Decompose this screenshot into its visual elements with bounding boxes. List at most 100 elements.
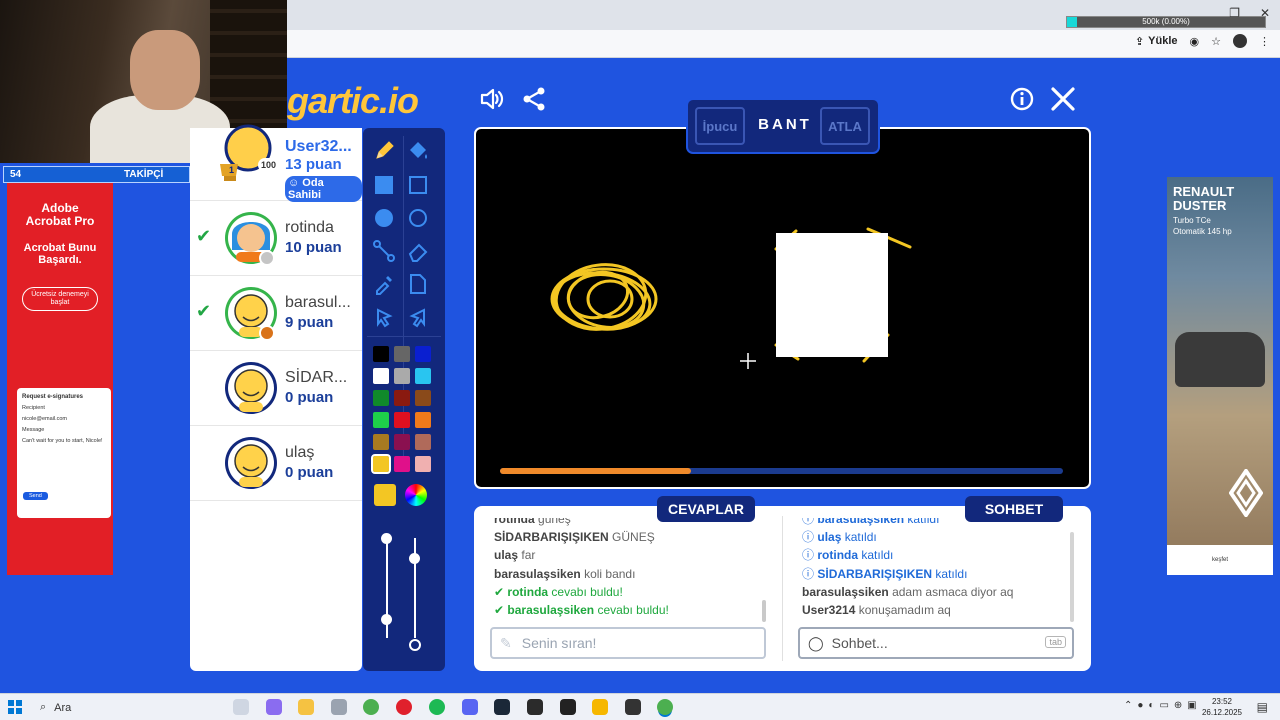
eraser-icon[interactable] <box>403 236 433 266</box>
system-tray-icons[interactable]: ⌃●◐▭⊕▣ <box>1124 700 1202 711</box>
answers-list: rotinda güneş SİDARBARIŞIŞIKEN GÜNEŞ ula… <box>494 518 764 622</box>
spotify-icon[interactable] <box>429 699 445 715</box>
profile-avatar[interactable] <box>1233 34 1247 48</box>
player-row[interactable]: ✔ barasul... 9 puan <box>190 276 362 351</box>
rockstar-icon[interactable] <box>592 699 608 715</box>
capcut-icon[interactable] <box>625 699 641 715</box>
upload-button[interactable]: ⇪ Yükle <box>1135 35 1178 48</box>
color-swatch[interactable] <box>415 456 431 472</box>
steam-icon[interactable] <box>494 699 510 715</box>
gartic-logo[interactable]: gartic.io <box>287 80 419 122</box>
tab-answers[interactable]: CEVAPLAR <box>657 496 755 522</box>
pencil-icon[interactable] <box>369 136 399 166</box>
chat-scrollbar[interactable] <box>1070 532 1074 622</box>
address-bar[interactable]: ⇪ Yükle ◉ ☆ ⋮ <box>287 30 1280 58</box>
filled-circle-icon[interactable] <box>369 203 399 233</box>
color-swatch[interactable] <box>394 434 410 450</box>
restore-icon[interactable]: ❐ <box>1229 6 1240 20</box>
share-icon[interactable] <box>521 86 547 112</box>
color-swatch[interactable] <box>373 390 389 406</box>
ad-right-subtitle: Turbo TCe Otomatik 145 hp <box>1173 215 1232 237</box>
guessed-check-icon: ✔ <box>196 301 212 321</box>
ad-left-cta-button[interactable]: Ücretsiz denemeyi başlat <box>22 287 98 311</box>
discord-icon[interactable] <box>462 699 478 715</box>
taskbar-clock[interactable]: 23:52 26.12.2025 <box>1202 696 1242 718</box>
player-name: rotinda <box>285 219 334 236</box>
skip-button[interactable]: ATLA <box>820 107 870 145</box>
windows-start-icon[interactable] <box>8 700 22 714</box>
close-game-icon[interactable] <box>1050 86 1076 112</box>
ad-right-footer[interactable]: keşfet <box>1167 545 1273 575</box>
chat-bubble-icon: ◯ <box>808 634 824 651</box>
current-color-swatch[interactable] <box>374 484 396 506</box>
player-row[interactable]: SİDAR... 0 puan <box>190 351 362 426</box>
player-row[interactable]: 1 100 User32... 13 puan ☺ Oda Sahibi <box>190 124 362 202</box>
undo-icon[interactable] <box>369 302 399 332</box>
game-app-icon[interactable] <box>527 699 543 715</box>
color-swatch[interactable] <box>394 346 410 362</box>
color-swatch[interactable] <box>394 456 410 472</box>
line-tool-icon[interactable] <box>369 236 399 266</box>
chrome-active-icon[interactable] <box>657 699 673 715</box>
copilot-icon[interactable] <box>266 699 282 715</box>
chrome-icon[interactable] <box>363 699 379 715</box>
color-swatch[interactable] <box>373 346 389 362</box>
taskbar-search[interactable]: ⌕ Ara <box>34 697 218 718</box>
circle-outline-icon[interactable] <box>403 203 433 233</box>
notification-icon[interactable]: ▤ <box>1257 700 1268 714</box>
color-swatch[interactable] <box>415 390 431 406</box>
answer-input[interactable]: ✎ Senin sıran! <box>490 627 766 659</box>
opacity-knob[interactable] <box>409 553 420 564</box>
menu-icon[interactable]: ⋮ <box>1259 35 1270 48</box>
eye-off-icon[interactable]: ◉ <box>1190 35 1200 48</box>
color-swatch[interactable] <box>373 434 389 450</box>
chat-input[interactable]: ◯ Sohbet... tab <box>798 627 1074 659</box>
brush-size-knob-low[interactable] <box>381 614 392 625</box>
info-icon[interactable] <box>1009 86 1035 112</box>
fill-bucket-icon[interactable] <box>403 136 433 166</box>
color-wheel-icon[interactable] <box>405 484 427 506</box>
answers-scrollbar[interactable] <box>762 600 766 622</box>
settings-icon[interactable] <box>331 699 347 715</box>
color-swatch[interactable] <box>415 434 431 450</box>
eyedropper-icon[interactable] <box>369 269 399 299</box>
brush-size-knob[interactable] <box>381 533 392 544</box>
message-text: adam asmaca diyor aq <box>892 584 1014 599</box>
speaker-icon[interactable] <box>479 86 505 112</box>
color-swatch[interactable] <box>373 368 389 384</box>
obs-icon[interactable] <box>560 699 576 715</box>
redo-icon[interactable] <box>403 302 433 332</box>
player-row[interactable]: ✔ rotinda 10 puan <box>190 201 362 276</box>
new-page-icon[interactable] <box>403 269 433 299</box>
crosshair-cursor <box>740 353 756 369</box>
ad-form-title: Request e-signatures <box>22 394 84 400</box>
tab-chat[interactable]: SOHBET <box>965 496 1063 522</box>
color-swatch[interactable] <box>415 368 431 384</box>
player-avatar <box>222 354 280 420</box>
drawing-canvas[interactable] <box>474 127 1091 489</box>
color-swatch[interactable] <box>394 368 410 384</box>
close-window-icon[interactable]: ✕ <box>1260 6 1270 20</box>
message-user: rotinda <box>507 584 549 599</box>
color-swatch[interactable] <box>371 454 391 474</box>
webcam-person-head <box>130 30 200 110</box>
ad-right-renault[interactable]: RENAULT DUSTER Turbo TCe Otomatik 145 hp… <box>1167 177 1273 575</box>
color-swatch[interactable] <box>394 412 410 428</box>
star-icon[interactable]: ☆ <box>1211 35 1221 48</box>
filled-rectangle-icon[interactable] <box>369 170 399 200</box>
color-swatch[interactable] <box>373 412 389 428</box>
opera-icon[interactable] <box>396 699 412 715</box>
ad-left-adobe[interactable]: Adobe Acrobat Pro Acrobat Bunu Başardı. … <box>7 183 113 575</box>
color-swatch[interactable] <box>415 346 431 362</box>
color-swatch[interactable] <box>394 390 410 406</box>
player-row[interactable]: ulaş 0 puan <box>190 426 362 501</box>
color-swatch[interactable] <box>415 412 431 428</box>
renault-logo-icon <box>1228 467 1264 519</box>
player-score: 0 puan <box>285 389 334 406</box>
follower-count: 54 <box>10 169 22 180</box>
chat-list: ⓘ barasulaşsiken katıldı ⓘ ulaş katıldı … <box>802 518 1067 622</box>
hint-button[interactable]: İpucu <box>695 107 745 145</box>
task-view-icon[interactable] <box>233 699 249 715</box>
file-explorer-icon[interactable] <box>298 699 314 715</box>
rectangle-outline-icon[interactable] <box>403 170 433 200</box>
